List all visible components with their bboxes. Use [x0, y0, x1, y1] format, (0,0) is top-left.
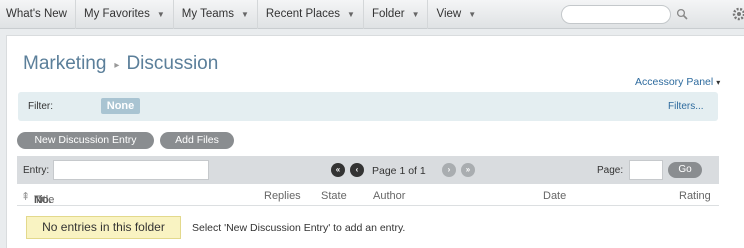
chevron-down-icon: ▼: [240, 9, 249, 19]
page-title: Discussion: [126, 53, 219, 74]
filter-bar: Filter: None Filters...: [18, 92, 718, 121]
nav-recent-places[interactable]: Recent Places ▼: [258, 0, 364, 29]
gear-icon[interactable]: [731, 6, 744, 22]
entry-label: Entry:: [23, 165, 50, 176]
chevron-down-icon: ▼: [347, 9, 355, 19]
breadcrumb-separator-icon: ▸: [114, 59, 120, 71]
column-state[interactable]: State: [321, 190, 347, 202]
last-page-icon: »: [461, 163, 475, 177]
filter-label: Filter:: [28, 101, 53, 112]
search-input[interactable]: [561, 5, 671, 24]
chevron-down-icon: ▼: [468, 9, 477, 19]
go-button[interactable]: Go: [668, 162, 702, 178]
new-discussion-entry-button[interactable]: New Discussion Entry: [17, 132, 154, 149]
column-rating[interactable]: Rating: [679, 190, 711, 202]
accessory-panel-toggle[interactable]: Accessory Panel ▾: [635, 76, 720, 88]
first-page-icon[interactable]: «: [331, 163, 345, 177]
nav-folder[interactable]: Folder ▼: [364, 0, 429, 29]
nav-label: Folder: [371, 8, 405, 20]
pager-toolbar: Entry: « ‹ Page 1 of 1 › » Page: Go: [17, 156, 719, 184]
nav-label: My Favorites: [84, 8, 150, 20]
nav-label: My Teams: [181, 8, 234, 20]
content-panel: Marketing ▸ Discussion Accessory Panel ▾ …: [6, 35, 744, 248]
nav-whats-new[interactable]: What's New: [0, 0, 76, 29]
chevron-down-icon: ▼: [156, 9, 165, 19]
table-header: ⇞ No. ▼ Title Replies State Author Date …: [17, 186, 719, 206]
chevron-down-icon: ▼: [411, 9, 420, 19]
previous-page-icon[interactable]: ‹: [350, 163, 364, 177]
nav-my-favorites[interactable]: My Favorites ▼: [76, 0, 174, 29]
next-page-icon: ›: [442, 163, 456, 177]
entry-input[interactable]: [53, 160, 209, 180]
nav-label: View: [436, 8, 462, 20]
breadcrumb-parent[interactable]: Marketing: [23, 53, 106, 75]
breadcrumb: Marketing ▸ Discussion: [23, 53, 218, 75]
add-files-button[interactable]: Add Files: [160, 132, 234, 149]
filter-none-badge[interactable]: None: [101, 98, 140, 114]
column-date[interactable]: Date: [543, 190, 566, 202]
filters-link[interactable]: Filters...: [668, 101, 704, 112]
page-number-input[interactable]: [629, 160, 663, 180]
nav-my-teams[interactable]: My Teams ▼: [174, 0, 258, 29]
search-icon[interactable]: [676, 8, 688, 20]
caret-down-icon: ▾: [716, 78, 721, 87]
accessory-panel-label: Accessory Panel: [635, 76, 714, 88]
page-label: Page:: [597, 165, 624, 176]
nav-label: Recent Places: [265, 8, 341, 20]
column-author[interactable]: Author: [373, 190, 405, 202]
empty-state-badge: No entries in this folder: [26, 216, 181, 239]
column-replies[interactable]: Replies: [264, 190, 301, 202]
nav-label: What's New: [6, 8, 67, 20]
nav-view[interactable]: View ▼: [428, 0, 484, 29]
pin-icon[interactable]: ⇞: [21, 190, 30, 203]
column-title-label: Title: [34, 194, 55, 206]
empty-state-hint: Select 'New Discussion Entry' to add an …: [192, 222, 406, 234]
page-status: Page 1 of 1: [372, 165, 426, 177]
